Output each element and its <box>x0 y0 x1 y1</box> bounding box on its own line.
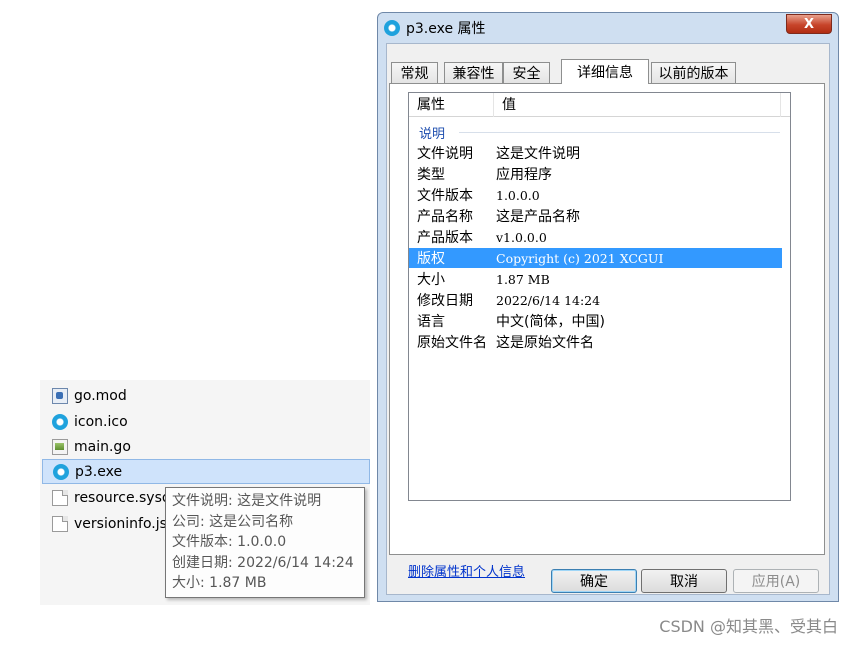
cancel-button[interactable]: 取消 <box>641 569 727 593</box>
dialog-title: p3.exe 属性 <box>406 21 486 37</box>
tooltip-file-version: 文件版本: 1.0.0.0 <box>172 534 287 551</box>
file-item-icon-ico[interactable]: icon.ico <box>42 409 370 434</box>
csdn-watermark: CSDN @知其黑、受其白 <box>659 617 838 636</box>
property-name: 大小 <box>417 272 445 288</box>
property-name: 文件版本 <box>417 188 473 204</box>
property-value: 这是原始文件名 <box>496 335 594 351</box>
property-value: 这是文件说明 <box>496 146 580 162</box>
file-name: go.mod <box>74 387 127 404</box>
property-value: 2022/6/14 14:24 <box>496 292 601 308</box>
detail-row[interactable]: 语言 中文(简体，中国) <box>409 311 782 331</box>
dialog-client-area: 常规 兼容性 安全 详细信息 以前的版本 属性 值 说明 文件说明 这是文件说明 <box>386 43 830 595</box>
tab-compatibility[interactable]: 兼容性 <box>444 62 503 83</box>
file-name: versioninfo.js <box>74 515 167 532</box>
remove-properties-link[interactable]: 删除属性和个人信息 <box>408 561 525 580</box>
exe-app-icon <box>384 20 400 36</box>
file-item-p3-exe[interactable]: p3.exe <box>42 459 370 484</box>
detail-row-selected[interactable]: 版权 Copyright (c) 2021 XCGUI <box>409 248 782 268</box>
mod-file-icon <box>52 387 68 404</box>
section-label: 说明 <box>419 123 450 142</box>
property-value: v1.0.0.0 <box>496 229 547 245</box>
ok-button[interactable]: 确定 <box>551 569 637 593</box>
detail-row[interactable]: 类型 应用程序 <box>409 164 782 184</box>
detail-row[interactable]: 大小 1.87 MB <box>409 269 782 289</box>
tooltip-size: 大小: 1.87 MB <box>172 575 267 592</box>
detail-row[interactable]: 产品名称 这是产品名称 <box>409 206 782 226</box>
details-tab-panel: 属性 值 说明 文件说明 这是文件说明 类型 应用程序 文件版本 1.0.0.0 <box>389 83 825 580</box>
property-value: 1.0.0.0 <box>496 187 540 203</box>
file-name: icon.ico <box>74 413 128 430</box>
list-header: 属性 值 <box>409 93 790 117</box>
file-icon <box>52 489 68 506</box>
file-tooltip: 文件说明: 这是文件说明 公司: 这是公司名称 文件版本: 1.0.0.0 创建… <box>165 487 365 598</box>
go-file-icon <box>52 438 68 455</box>
column-header-property[interactable]: 属性 <box>409 93 494 117</box>
close-button[interactable]: X <box>786 14 832 34</box>
file-name: main.go <box>74 438 131 455</box>
property-name: 原始文件名 <box>417 335 487 351</box>
dialog-titlebar[interactable]: p3.exe 属性 X <box>378 13 838 43</box>
details-list[interactable]: 属性 值 说明 文件说明 这是文件说明 类型 应用程序 文件版本 1.0.0.0 <box>408 92 791 501</box>
tab-details[interactable]: 详细信息 <box>561 59 649 84</box>
ico-file-icon <box>52 413 68 430</box>
exe-file-icon <box>53 463 69 480</box>
property-name: 产品版本 <box>417 230 473 246</box>
tooltip-company: 公司: 这是公司名称 <box>172 513 294 530</box>
column-header-value[interactable]: 值 <box>494 93 781 117</box>
property-name: 产品名称 <box>417 209 473 225</box>
tab-security[interactable]: 安全 <box>503 62 550 83</box>
detail-row[interactable]: 修改日期 2022/6/14 14:24 <box>409 290 782 310</box>
detail-row[interactable]: 文件版本 1.0.0.0 <box>409 185 782 205</box>
property-value: Copyright (c) 2021 XCGUI <box>496 250 664 266</box>
file-item-main-go[interactable]: main.go <box>42 434 370 459</box>
property-value: 1.87 MB <box>496 271 550 287</box>
tooltip-description: 文件说明: 这是文件说明 <box>172 493 322 509</box>
property-value: 应用程序 <box>496 167 552 183</box>
file-name: p3.exe <box>75 463 123 480</box>
file-item-go-mod[interactable]: go.mod <box>42 383 370 408</box>
tooltip-created-date: 创建日期: 2022/6/14 14:24 <box>172 554 354 571</box>
property-name: 版权 <box>417 251 445 267</box>
tab-general[interactable]: 常规 <box>391 62 438 83</box>
property-name: 文件说明 <box>417 146 473 162</box>
properties-dialog: p3.exe 属性 X 常规 兼容性 安全 详细信息 以前的版本 属性 值 说明… <box>377 12 839 602</box>
property-name: 类型 <box>417 167 445 183</box>
property-name: 修改日期 <box>417 293 473 309</box>
detail-row[interactable]: 原始文件名 这是原始文件名 <box>409 332 782 352</box>
section-header: 说明 <box>409 123 790 142</box>
file-name: resource.syso <box>74 489 171 506</box>
detail-row[interactable]: 产品版本 v1.0.0.0 <box>409 227 782 247</box>
tab-previous-versions[interactable]: 以前的版本 <box>651 62 736 83</box>
property-name: 语言 <box>417 314 445 330</box>
file-icon <box>52 515 68 532</box>
apply-button[interactable]: 应用(A) <box>733 569 819 593</box>
property-value: 中文(简体，中国) <box>496 314 605 330</box>
property-value: 这是产品名称 <box>496 209 580 225</box>
detail-row[interactable]: 文件说明 这是文件说明 <box>409 143 782 163</box>
